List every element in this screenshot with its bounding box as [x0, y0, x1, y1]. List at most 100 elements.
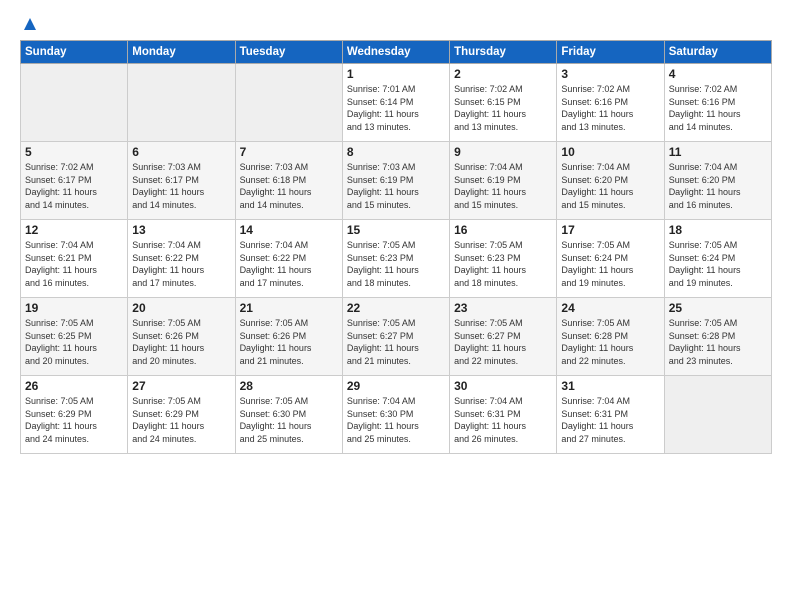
cell-day-number: 30 [454, 379, 552, 393]
calendar-cell: 18 Sunrise: 7:05 AM Sunset: 6:24 PM Dayli… [664, 220, 771, 298]
logo-icon [22, 16, 38, 32]
cell-day-info: Sunrise: 7:03 AM Sunset: 6:17 PM Dayligh… [132, 161, 230, 211]
calendar-table: SundayMondayTuesdayWednesdayThursdayFrid… [20, 40, 772, 454]
calendar-cell: 11Sunrise: 7:04 AM Sunset: 6:20 PM Dayli… [664, 142, 771, 220]
calendar-cell: 19 Sunrise: 7:05 AM Sunset: 6:25 PM Dayli… [21, 298, 128, 376]
calendar-cell: 2 Sunrise: 7:02 AM Sunset: 6:15 PM Daylig… [450, 64, 557, 142]
cell-day-info: Sunrise: 7:01 AM Sunset: 6:14 PM Dayligh… [347, 83, 445, 133]
calendar-cell: 31 Sunrise: 7:04 AM Sunset: 6:31 PM Dayli… [557, 376, 664, 454]
calendar-cell: 23 Sunrise: 7:05 AM Sunset: 6:27 PM Dayli… [450, 298, 557, 376]
calendar-cell: 16 Sunrise: 7:05 AM Sunset: 6:23 PM Dayli… [450, 220, 557, 298]
cell-day-number: 3 [561, 67, 659, 81]
calendar-cell: 7 Sunrise: 7:03 AM Sunset: 6:18 PM Daylig… [235, 142, 342, 220]
calendar-cell: 25Sunrise: 7:05 AM Sunset: 6:28 PM Dayli… [664, 298, 771, 376]
cell-day-info: Sunrise: 7:05 AM Sunset: 6:24 PM Dayligh… [669, 239, 767, 289]
cell-day-info: Sunrise: 7:05 AM Sunset: 6:23 PM Dayligh… [347, 239, 445, 289]
cell-day-number: 7 [240, 145, 338, 159]
calendar-week-row: 5 Sunrise: 7:02 AM Sunset: 6:17 PM Daylig… [21, 142, 772, 220]
cell-day-number: 28 [240, 379, 338, 393]
calendar-cell: 14 Sunrise: 7:04 AM Sunset: 6:22 PM Dayli… [235, 220, 342, 298]
cell-day-number: 8 [347, 145, 445, 159]
calendar-cell: 22 Sunrise: 7:05 AM Sunset: 6:27 PM Dayli… [342, 298, 449, 376]
cell-day-number: 10 [561, 145, 659, 159]
page: SundayMondayTuesdayWednesdayThursdayFrid… [0, 0, 792, 612]
cell-day-info: Sunrise: 7:02 AM Sunset: 6:16 PM Dayligh… [669, 83, 767, 133]
weekday-header: Wednesday [342, 41, 449, 64]
cell-day-number: 29 [347, 379, 445, 393]
cell-day-info: Sunrise: 7:05 AM Sunset: 6:28 PM Dayligh… [561, 317, 659, 367]
cell-day-info: Sunrise: 7:04 AM Sunset: 6:22 PM Dayligh… [132, 239, 230, 289]
calendar-cell: 17Sunrise: 7:05 AM Sunset: 6:24 PM Dayli… [557, 220, 664, 298]
cell-day-number: 22 [347, 301, 445, 315]
cell-day-number: 9 [454, 145, 552, 159]
calendar-cell [21, 64, 128, 142]
cell-day-info: Sunrise: 7:05 AM Sunset: 6:30 PM Dayligh… [240, 395, 338, 445]
cell-day-number: 23 [454, 301, 552, 315]
weekday-header: Saturday [664, 41, 771, 64]
calendar-cell: 8 Sunrise: 7:03 AM Sunset: 6:19 PM Daylig… [342, 142, 449, 220]
cell-day-info: Sunrise: 7:04 AM Sunset: 6:19 PM Dayligh… [454, 161, 552, 211]
weekday-header: Friday [557, 41, 664, 64]
cell-day-info: Sunrise: 7:05 AM Sunset: 6:24 PM Dayligh… [561, 239, 659, 289]
cell-day-info: Sunrise: 7:05 AM Sunset: 6:29 PM Dayligh… [132, 395, 230, 445]
cell-day-info: Sunrise: 7:03 AM Sunset: 6:19 PM Dayligh… [347, 161, 445, 211]
calendar-cell: 30 Sunrise: 7:04 AM Sunset: 6:31 PM Dayli… [450, 376, 557, 454]
calendar-cell: 29 Sunrise: 7:04 AM Sunset: 6:30 PM Dayli… [342, 376, 449, 454]
cell-day-number: 21 [240, 301, 338, 315]
cell-day-number: 18 [669, 223, 767, 237]
cell-day-number: 4 [669, 67, 767, 81]
calendar-cell: 10Sunrise: 7:04 AM Sunset: 6:20 PM Dayli… [557, 142, 664, 220]
cell-day-number: 16 [454, 223, 552, 237]
weekday-header: Thursday [450, 41, 557, 64]
cell-day-number: 14 [240, 223, 338, 237]
cell-day-info: Sunrise: 7:05 AM Sunset: 6:25 PM Dayligh… [25, 317, 123, 367]
cell-day-info: Sunrise: 7:02 AM Sunset: 6:16 PM Dayligh… [561, 83, 659, 133]
calendar-cell: 6 Sunrise: 7:03 AM Sunset: 6:17 PM Daylig… [128, 142, 235, 220]
calendar-cell [128, 64, 235, 142]
calendar-week-row: 19 Sunrise: 7:05 AM Sunset: 6:25 PM Dayli… [21, 298, 772, 376]
weekday-header: Sunday [21, 41, 128, 64]
cell-day-number: 13 [132, 223, 230, 237]
cell-day-number: 19 [25, 301, 123, 315]
cell-day-info: Sunrise: 7:05 AM Sunset: 6:23 PM Dayligh… [454, 239, 552, 289]
calendar-cell: 5 Sunrise: 7:02 AM Sunset: 6:17 PM Daylig… [21, 142, 128, 220]
cell-day-info: Sunrise: 7:04 AM Sunset: 6:21 PM Dayligh… [25, 239, 123, 289]
cell-day-number: 20 [132, 301, 230, 315]
cell-day-info: Sunrise: 7:04 AM Sunset: 6:31 PM Dayligh… [561, 395, 659, 445]
cell-day-number: 27 [132, 379, 230, 393]
cell-day-info: Sunrise: 7:05 AM Sunset: 6:26 PM Dayligh… [240, 317, 338, 367]
cell-day-info: Sunrise: 7:03 AM Sunset: 6:18 PM Dayligh… [240, 161, 338, 211]
cell-day-number: 25 [669, 301, 767, 315]
weekday-header: Tuesday [235, 41, 342, 64]
calendar-week-row: 12Sunrise: 7:04 AM Sunset: 6:21 PM Dayli… [21, 220, 772, 298]
cell-day-info: Sunrise: 7:02 AM Sunset: 6:15 PM Dayligh… [454, 83, 552, 133]
cell-day-info: Sunrise: 7:05 AM Sunset: 6:27 PM Dayligh… [454, 317, 552, 367]
calendar-cell: 9 Sunrise: 7:04 AM Sunset: 6:19 PM Daylig… [450, 142, 557, 220]
header-row: SundayMondayTuesdayWednesdayThursdayFrid… [21, 41, 772, 64]
cell-day-number: 31 [561, 379, 659, 393]
cell-day-number: 5 [25, 145, 123, 159]
calendar-cell: 20 Sunrise: 7:05 AM Sunset: 6:26 PM Dayli… [128, 298, 235, 376]
cell-day-info: Sunrise: 7:04 AM Sunset: 6:30 PM Dayligh… [347, 395, 445, 445]
calendar-cell: 15 Sunrise: 7:05 AM Sunset: 6:23 PM Dayli… [342, 220, 449, 298]
calendar-cell: 26Sunrise: 7:05 AM Sunset: 6:29 PM Dayli… [21, 376, 128, 454]
calendar-week-row: 1 Sunrise: 7:01 AM Sunset: 6:14 PM Daylig… [21, 64, 772, 142]
cell-day-info: Sunrise: 7:05 AM Sunset: 6:26 PM Dayligh… [132, 317, 230, 367]
calendar-cell: 27 Sunrise: 7:05 AM Sunset: 6:29 PM Dayli… [128, 376, 235, 454]
calendar-cell: 13 Sunrise: 7:04 AM Sunset: 6:22 PM Dayli… [128, 220, 235, 298]
cell-day-number: 1 [347, 67, 445, 81]
logo [20, 16, 38, 30]
cell-day-number: 2 [454, 67, 552, 81]
cell-day-info: Sunrise: 7:04 AM Sunset: 6:31 PM Dayligh… [454, 395, 552, 445]
calendar-week-row: 26Sunrise: 7:05 AM Sunset: 6:29 PM Dayli… [21, 376, 772, 454]
cell-day-number: 15 [347, 223, 445, 237]
cell-day-info: Sunrise: 7:05 AM Sunset: 6:29 PM Dayligh… [25, 395, 123, 445]
cell-day-number: 6 [132, 145, 230, 159]
cell-day-info: Sunrise: 7:05 AM Sunset: 6:27 PM Dayligh… [347, 317, 445, 367]
cell-day-info: Sunrise: 7:04 AM Sunset: 6:22 PM Dayligh… [240, 239, 338, 289]
calendar-cell: 28 Sunrise: 7:05 AM Sunset: 6:30 PM Dayli… [235, 376, 342, 454]
cell-day-info: Sunrise: 7:02 AM Sunset: 6:17 PM Dayligh… [25, 161, 123, 211]
calendar-cell [235, 64, 342, 142]
calendar-cell: 4 Sunrise: 7:02 AM Sunset: 6:16 PM Daylig… [664, 64, 771, 142]
cell-day-number: 24 [561, 301, 659, 315]
